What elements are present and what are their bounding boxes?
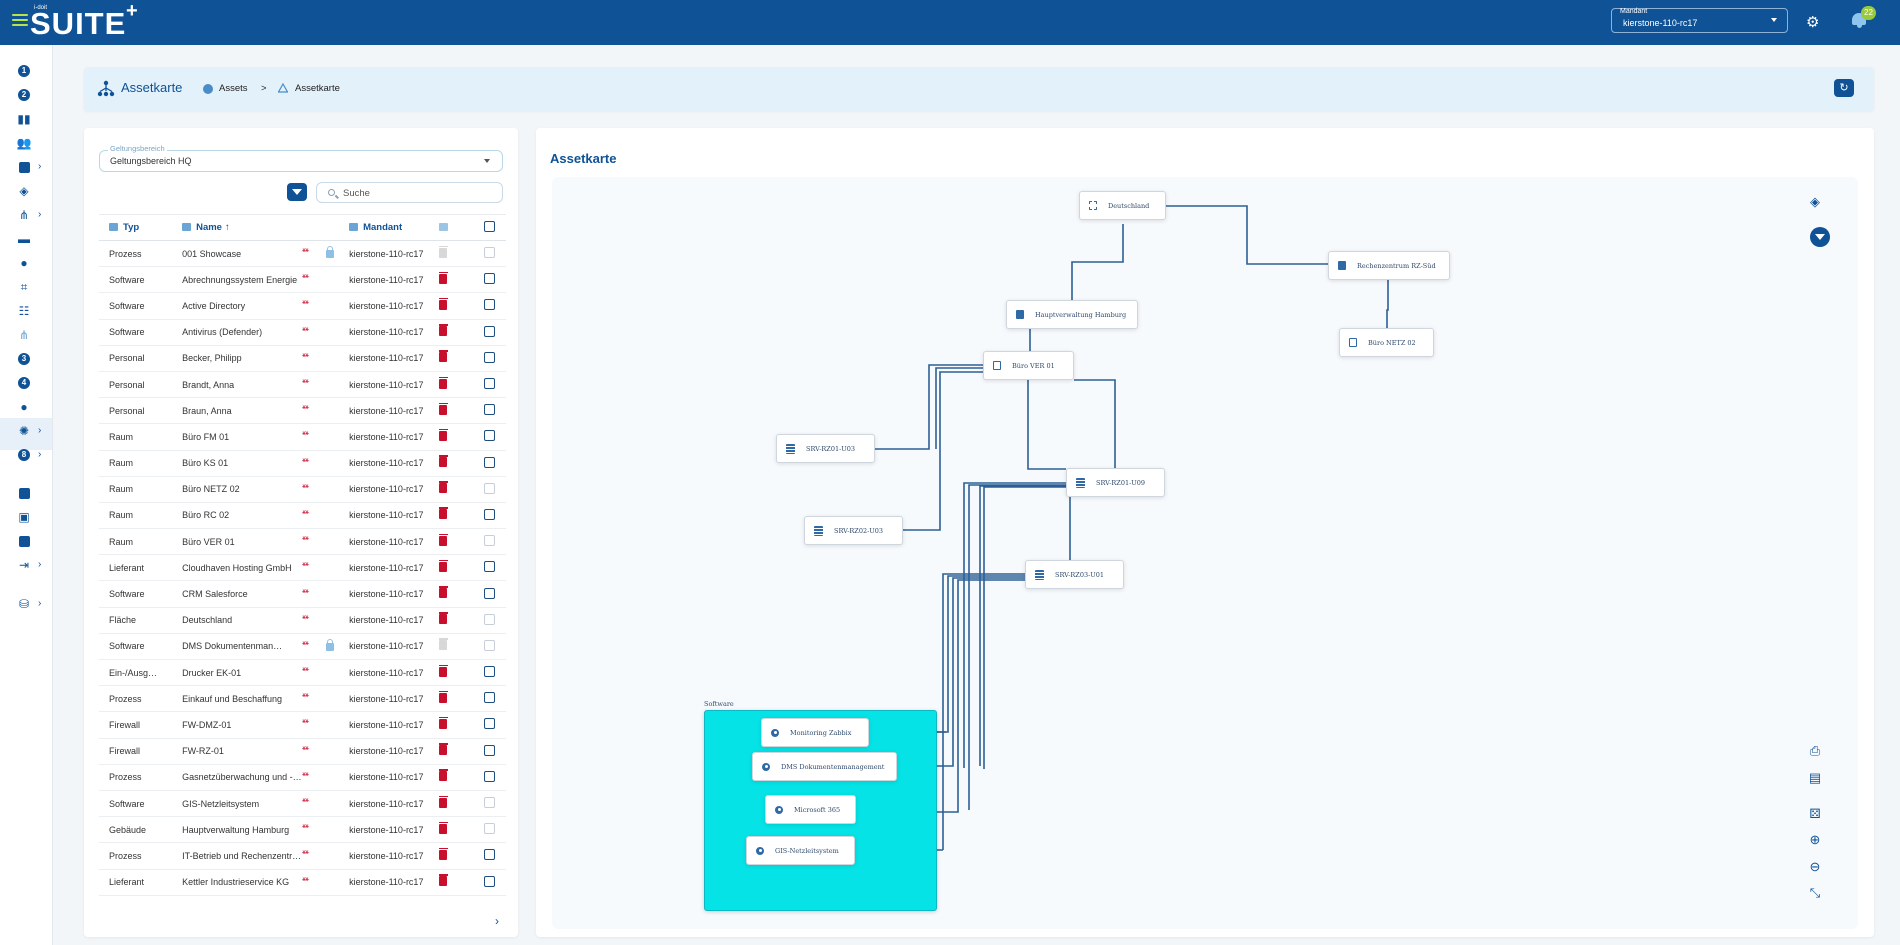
map-node-srv-rz01-u09[interactable]: SRV-RZ01-U09 [1066,468,1165,497]
map-node-monitoring-zabbix[interactable]: Monitoring Zabbix [761,718,869,747]
map-filter-button[interactable] [1810,227,1830,247]
zoom-out-icon[interactable]: ⊖ [1807,859,1823,875]
map-node-srv-rz02-u03[interactable]: SRV-RZ02-U03 [804,516,903,545]
server-icon [786,443,795,454]
fullscreen-icon[interactable]: ⤡ [1807,885,1823,901]
room-icon [1349,338,1357,347]
software-icon [775,805,783,814]
export-pdf-icon[interactable]: ▤ [1807,770,1823,786]
server-icon [1076,477,1085,488]
map-node-microsoft-365[interactable]: Microsoft 365 [765,795,856,824]
edge [1027,380,1066,470]
filter-icon [1815,234,1825,240]
building-icon [1338,261,1346,270]
edge [979,485,1070,766]
edge [874,364,984,450]
server-icon [1035,569,1044,580]
map-node-srv-rz01-u03[interactable]: SRV-RZ01-U03 [776,434,875,463]
edge [1071,224,1124,301]
fit-view-icon[interactable]: ⚄ [1807,806,1823,822]
software-icon [771,728,779,737]
map-node-dms[interactable]: DMS Dokumentenmanagement [752,752,897,781]
edge [1386,280,1389,329]
print-icon[interactable]: ⎙ [1807,743,1823,759]
edge [983,486,1072,769]
edge [1164,205,1330,265]
software-icon [756,846,764,855]
edge [935,367,984,449]
map-node-buero-netz[interactable]: Büro NETZ 02 [1339,328,1434,357]
add-layer-icon[interactable]: ◈ [1807,194,1823,210]
map-node-rechenzentrum[interactable]: Rechenzentrum RZ-Süd [1328,251,1450,280]
edge [869,575,1026,733]
area-icon [1089,201,1097,210]
software-icon [762,762,770,771]
map-node-buero-ver[interactable]: Büro VER 01 [983,351,1074,380]
map-node-gis[interactable]: GIS-Netzleitsystem [746,836,855,865]
building-icon [1016,310,1024,319]
edge [1074,379,1116,469]
map-node-deutschland[interactable]: Deutschland [1079,191,1166,220]
edge [902,371,984,531]
server-icon [814,525,823,536]
map-node-srv-rz03-u01[interactable]: SRV-RZ03-U01 [1025,560,1124,589]
map-connections [855,205,1389,851]
room-icon [993,361,1001,370]
group-label-software: Software [704,700,734,708]
map-node-hauptverwaltung[interactable]: Hauptverwaltung Hamburg [1006,300,1138,329]
zoom-in-icon[interactable]: ⊕ [1807,832,1823,848]
